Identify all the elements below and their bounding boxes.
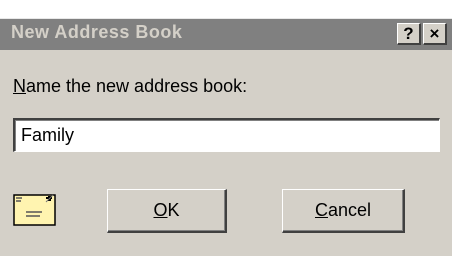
ok-label: K — [167, 200, 180, 220]
title-bar[interactable]: New Address Book ? × — [0, 19, 452, 50]
ok-mnemonic: O — [153, 200, 168, 220]
cancel-button[interactable]: Cancel — [282, 189, 405, 233]
prompt-mnemonic: N — [13, 76, 26, 96]
cancel-label: ancel — [327, 200, 372, 220]
cancel-mnemonic: C — [314, 200, 328, 220]
address-book-name-input[interactable] — [13, 118, 440, 152]
prompt-text: ame the new address book: — [26, 76, 248, 96]
ok-button[interactable]: OK — [107, 189, 227, 233]
close-button[interactable]: × — [423, 23, 447, 45]
address-book-icon — [13, 194, 56, 226]
name-prompt-label: Name the new address book: — [13, 76, 247, 97]
help-button[interactable]: ? — [397, 23, 421, 45]
new-address-book-dialog: New Address Book ? × Name the new addres… — [0, 18, 452, 256]
dialog-title: New Address Book — [11, 22, 183, 42]
